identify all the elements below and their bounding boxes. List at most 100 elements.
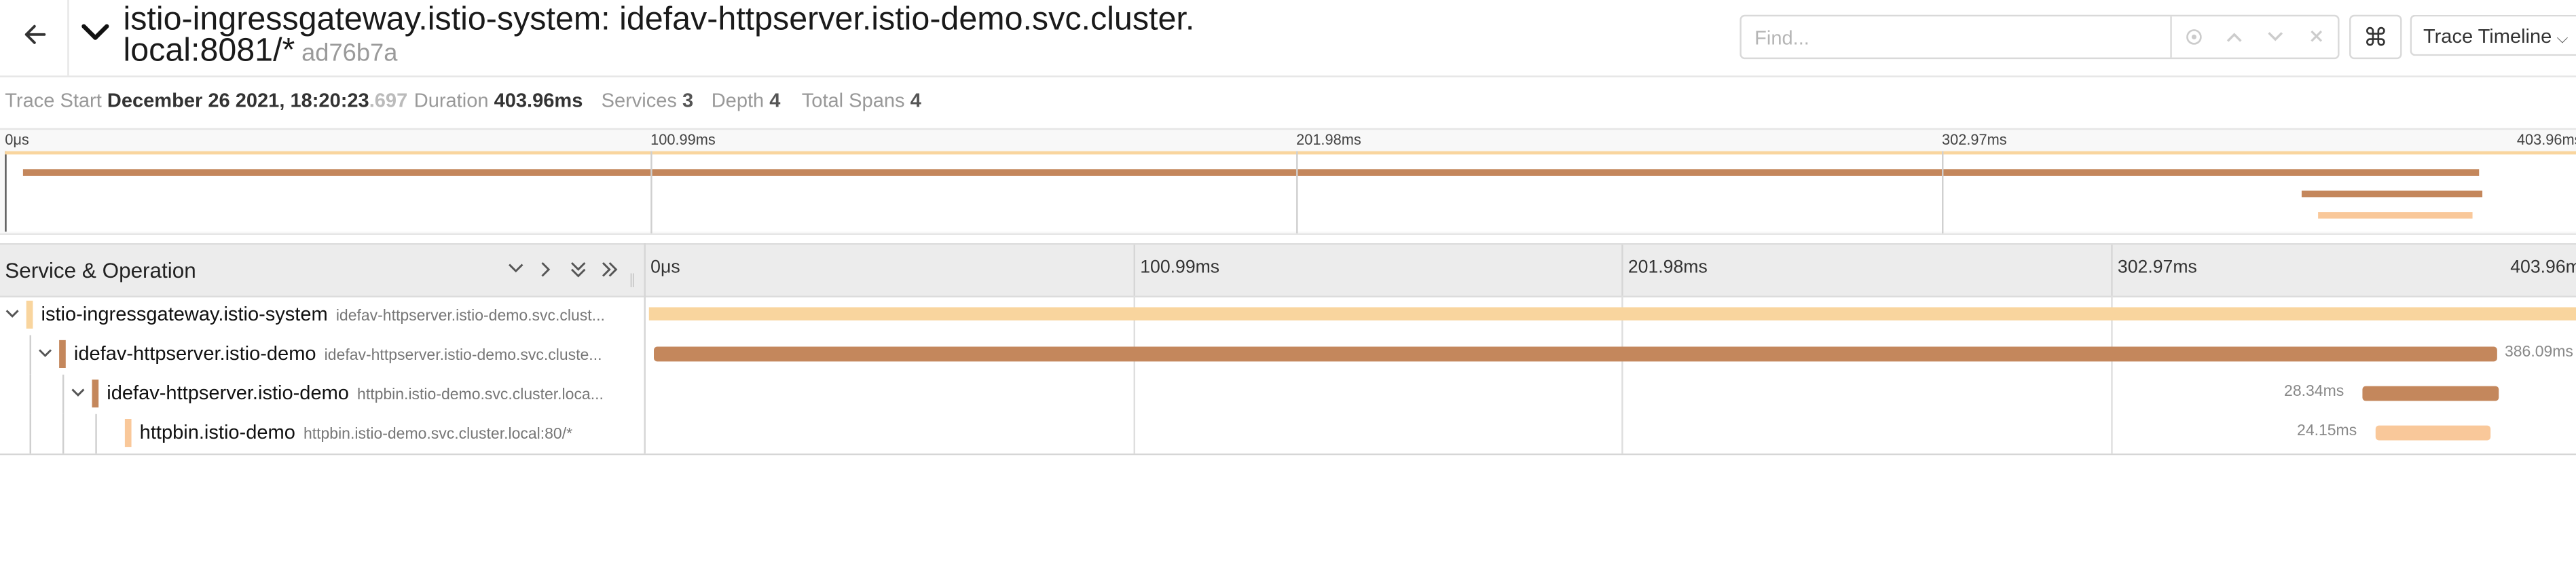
minimap-span-bar (22, 169, 2480, 176)
minimap-tick: 100.99ms (650, 131, 716, 148)
total-spans-value: 4 (910, 88, 921, 112)
span-name-cell[interactable]: idefav-httpserver.istio-demo httpbin.isti… (0, 374, 644, 414)
view-type-label: Trace Timeline (2423, 24, 2552, 48)
chevron-down-icon[interactable] (1, 302, 21, 325)
trace-start-label: Trace Start (5, 88, 102, 112)
minimap-gridline (1942, 151, 1944, 234)
chevron-down-icon: ⌵ (2556, 29, 2569, 46)
timeline-tick: 302.97ms (2117, 257, 2197, 278)
service-label: idefav-httpserver.istio-demo (73, 342, 316, 365)
span-bar[interactable] (648, 307, 2576, 321)
target-icon[interactable] (2178, 21, 2208, 51)
service-color-indicator (124, 419, 132, 447)
double-chevron-right-icon[interactable] (598, 258, 619, 279)
chevron-down-icon[interactable] (67, 381, 87, 404)
timeline-header-divider (1621, 244, 1623, 296)
tree-guide (29, 335, 31, 375)
span-row[interactable]: istio-ingressgateway.istio-system idefav-… (0, 296, 2576, 335)
minimap-canvas[interactable] (5, 151, 2576, 232)
depth-value: 4 (769, 88, 781, 112)
timeline-tick: 100.99ms (1140, 257, 1220, 278)
command-icon: ⌘ (2363, 24, 2388, 52)
collapse-header-button[interactable] (79, 20, 111, 52)
tree-guide (95, 414, 97, 454)
service-color-indicator (92, 379, 99, 408)
close-icon[interactable] (2302, 21, 2332, 51)
span-row[interactable]: idefav-httpserver.istio-demo httpbin.isti… (0, 374, 2576, 414)
span-name-cell[interactable]: idefav-httpserver.istio-demo idefav-https… (0, 335, 644, 375)
minimap-tick: 201.98ms (1296, 131, 1361, 148)
operation-label: httpbin.istio-demo.svc.cluster.loca... (357, 386, 604, 405)
view-type-select[interactable]: Trace Timeline ⌵ (2410, 14, 2576, 56)
find-box (1740, 14, 2340, 60)
service-label: idefav-httpserver.istio-demo (107, 381, 349, 405)
trace-minimap[interactable]: 0μs 100.99ms 201.98ms 302.97ms 403.96ms (0, 128, 2576, 236)
find-input[interactable] (1741, 16, 2172, 58)
trace-title-text: istio-ingressgateway.istio-system: idefa… (123, 1, 1195, 69)
service-color-indicator (59, 340, 66, 368)
operation-label: idefav-httpserver.istio-demo.svc.clust..… (335, 307, 605, 326)
duration-label: Duration (413, 88, 489, 112)
back-button[interactable] (0, 0, 69, 76)
collapse-controls (504, 258, 619, 279)
timeline-bottom-rule (0, 453, 2576, 456)
depth-label: Depth (711, 88, 765, 112)
keyboard-shortcuts-button[interactable]: ⌘ (2349, 14, 2402, 60)
span-duration-label: 24.15ms (2297, 422, 2357, 441)
span-row[interactable]: httpbin.istio-demo httpbin.istio-demo.svc… (0, 414, 2576, 454)
chevron-down-icon[interactable] (504, 258, 526, 279)
span-service-name: idefav-httpserver.istio-demo httpbin.isti… (107, 381, 604, 404)
operation-label: idefav-httpserver.istio-demo.svc.cluste.… (324, 346, 602, 365)
span-duration-label: 28.34ms (2284, 382, 2344, 401)
timeline-tick: 0μs (650, 257, 680, 278)
column-title: Service & Operation (5, 257, 196, 283)
minimap-span-bar (2301, 190, 2482, 198)
span-service-name: istio-ingressgateway.istio-system idefav-… (41, 302, 604, 325)
service-label: istio-ingressgateway.istio-system (41, 302, 328, 326)
trace-start-ms: .697 (369, 88, 408, 112)
total-spans-label: Total Spans (801, 88, 905, 112)
trace-id: ad76b7a (301, 39, 398, 68)
span-bar[interactable] (2376, 425, 2491, 441)
span-name-cell[interactable]: httpbin.istio-demo httpbin.istio-demo.svc… (0, 414, 644, 454)
minimap-gridline (650, 151, 652, 234)
span-service-name: idefav-httpserver.istio-demo idefav-https… (74, 342, 602, 365)
chevron-down-icon (81, 21, 111, 51)
trace-page: istio-ingressgateway.istio-system: idefa… (0, 0, 2576, 567)
chevron-right-icon[interactable] (536, 258, 557, 279)
chevron-down-icon[interactable] (2260, 21, 2290, 51)
minimap-viewport-bar (5, 151, 2576, 155)
chevron-down-icon[interactable] (35, 342, 54, 365)
double-chevron-down-icon[interactable] (567, 258, 588, 279)
services-label: Services (601, 88, 677, 112)
minimap-tick: 302.97ms (1942, 131, 2007, 148)
span-service-name: httpbin.istio-demo httpbin.istio-demo.svc… (140, 420, 572, 443)
minimap-span-bar (2319, 212, 2473, 219)
timeline-header-divider (2111, 244, 2113, 296)
span-name-cell[interactable]: istio-ingressgateway.istio-system idefav-… (0, 296, 644, 335)
tree-guide (29, 414, 31, 454)
services-value: 3 (682, 88, 694, 112)
trace-title: istio-ingressgateway.istio-system: idefa… (123, 3, 1273, 69)
timeline-tick: 403.96ms (2510, 257, 2576, 278)
duration-value: 403.96ms (494, 88, 583, 112)
span-row[interactable]: idefav-httpserver.istio-demo idefav-https… (0, 335, 2576, 375)
timeline-tick: 201.98ms (1627, 257, 1708, 278)
operation-label: httpbin.istio-demo.svc.cluster.local:80/… (303, 425, 573, 444)
chevron-up-icon[interactable] (2220, 21, 2249, 51)
service-label: httpbin.istio-demo (139, 420, 295, 444)
minimap-tick: 0μs (5, 131, 29, 148)
span-bar[interactable] (655, 346, 2497, 362)
trace-start-value: December 26 2021, 18:20:23 (107, 88, 369, 112)
span-bar[interactable] (2363, 386, 2499, 401)
minimap-tick: 403.96ms (2516, 131, 2576, 148)
service-color-indicator (26, 300, 33, 329)
tree-guide (29, 374, 31, 414)
tree-guide (62, 414, 65, 454)
span-duration-label: 386.09ms (2504, 343, 2573, 362)
arrow-left-icon (20, 20, 47, 55)
tree-guide (62, 374, 65, 414)
minimap-gridline (1296, 151, 1298, 234)
column-resize-handle[interactable]: || (629, 271, 636, 287)
trace-header: istio-ingressgateway.istio-system: idefa… (0, 0, 2576, 77)
